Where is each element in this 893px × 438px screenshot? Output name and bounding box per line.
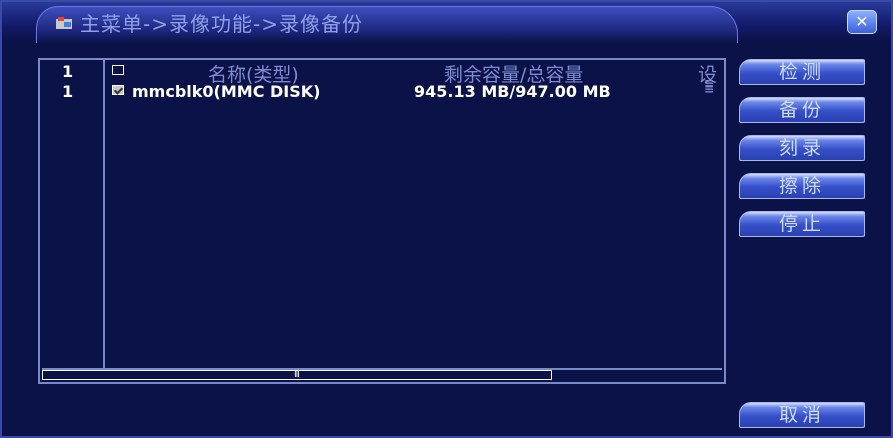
device-list: 1 名称(类型) 剩余容量/总容量 设 1 mmcblk0(MMC DISK) … bbox=[38, 58, 726, 384]
backup-dialog: 主菜单->录像功能->录像备份 ✕ 1 名称(类型) 剩余容量/总容量 设 1 … bbox=[0, 0, 893, 438]
horizontal-scrollbar[interactable]: III bbox=[42, 368, 722, 380]
page-title: 主菜单->录像功能->录像备份 bbox=[80, 12, 363, 36]
close-button[interactable]: ✕ bbox=[847, 10, 877, 34]
row-num: 1 bbox=[62, 82, 74, 101]
close-icon: ✕ bbox=[855, 12, 869, 31]
erase-button[interactable]: 擦除 bbox=[739, 173, 865, 199]
scrollbar-thumb[interactable]: III bbox=[42, 370, 552, 380]
column-divider bbox=[103, 60, 105, 368]
scrollbar-grip: III bbox=[294, 370, 300, 380]
burn-button[interactable]: 刻录 bbox=[739, 135, 865, 161]
device-name: mmcblk0(MMC DISK) bbox=[132, 82, 321, 101]
backup-button[interactable]: 备份 bbox=[739, 97, 865, 123]
cancel-button[interactable]: 取消 bbox=[739, 402, 865, 428]
list-item[interactable]: 1 mmcblk0(MMC DISK) 945.13 MB/947.00 MB … bbox=[40, 80, 724, 101]
title-bar: 主菜单->录像功能->录像备份 ✕ bbox=[2, 2, 891, 43]
header-num: 1 bbox=[62, 62, 74, 81]
list-header: 1 名称(类型) 剩余容量/总容量 设 bbox=[40, 62, 724, 86]
select-all-checkbox[interactable] bbox=[112, 65, 124, 75]
stop-button[interactable]: 停止 bbox=[739, 211, 865, 237]
row-checkbox[interactable] bbox=[112, 85, 124, 95]
device-capacity: 945.13 MB/947.00 MB bbox=[414, 82, 611, 101]
detect-button[interactable]: 检测 bbox=[739, 59, 865, 85]
device-setting-icon[interactable]: ≡ ≡ bbox=[704, 80, 716, 100]
menu-icon bbox=[56, 14, 72, 29]
